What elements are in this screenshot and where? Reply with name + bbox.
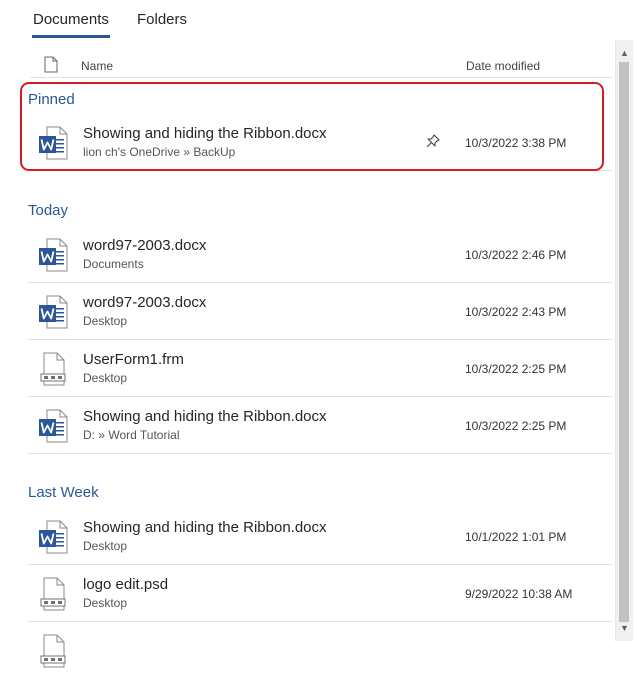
word-doc-icon bbox=[38, 520, 68, 554]
file-name: Showing and hiding the Ribbon.docx bbox=[83, 519, 327, 536]
generic-file-icon bbox=[38, 352, 68, 386]
list-item[interactable] bbox=[28, 623, 612, 679]
list-item[interactable]: UserForm1.frm Desktop 10/3/2022 2:25 PM bbox=[28, 341, 612, 397]
list-item[interactable]: logo edit.psd Desktop 9/29/2022 10:38 AM bbox=[28, 566, 612, 622]
column-header: Name Date modified bbox=[0, 52, 612, 78]
file-name: word97-2003.docx bbox=[83, 294, 207, 311]
date-modified-column-header[interactable]: Date modified bbox=[466, 59, 540, 73]
header-divider bbox=[30, 77, 612, 78]
list-item[interactable]: Showing and hiding the Ribbon.docx D: » … bbox=[28, 398, 612, 454]
file-name: Showing and hiding the Ribbon.docx bbox=[83, 408, 327, 425]
file-location: Documents bbox=[83, 257, 144, 271]
tab-documents[interactable]: Documents bbox=[33, 11, 109, 28]
file-date: 10/3/2022 2:43 PM bbox=[465, 305, 567, 319]
word-doc-icon bbox=[38, 295, 68, 329]
row-divider bbox=[28, 453, 612, 454]
word-doc-icon bbox=[38, 409, 68, 443]
tab-folders[interactable]: Folders bbox=[137, 11, 187, 28]
row-divider bbox=[28, 396, 612, 397]
list-item[interactable]: word97-2003.docx Desktop 10/3/2022 2:43 … bbox=[28, 284, 612, 340]
section-title-today: Today bbox=[28, 202, 69, 219]
generic-file-icon bbox=[38, 577, 68, 611]
scroll-thumb[interactable] bbox=[619, 62, 629, 622]
row-divider bbox=[28, 339, 612, 340]
scroll-down-arrow-icon[interactable]: ▼ bbox=[620, 623, 629, 633]
file-name: UserForm1.frm bbox=[83, 351, 184, 368]
word-doc-icon bbox=[38, 238, 68, 272]
highlight-annotation bbox=[20, 82, 604, 171]
file-location: Desktop bbox=[83, 596, 128, 610]
row-divider bbox=[28, 282, 612, 283]
file-location: Desktop bbox=[83, 539, 128, 553]
file-date: 10/3/2022 2:25 PM bbox=[465, 419, 567, 433]
file-location: Desktop bbox=[83, 314, 128, 328]
file-location: D: » Word Tutorial bbox=[83, 428, 180, 442]
list-item[interactable]: word97-2003.docx Documents 10/3/2022 2:4… bbox=[28, 227, 612, 283]
file-name: word97-2003.docx bbox=[83, 237, 207, 254]
tab-bar: Documents Folders bbox=[0, 0, 635, 40]
generic-file-icon bbox=[38, 634, 68, 668]
row-divider bbox=[28, 621, 612, 622]
file-date: 9/29/2022 10:38 AM bbox=[465, 587, 573, 601]
active-tab-indicator bbox=[32, 35, 110, 38]
list-item[interactable]: Showing and hiding the Ribbon.docx Deskt… bbox=[28, 509, 612, 565]
file-date: 10/3/2022 2:46 PM bbox=[465, 248, 567, 262]
name-column-header[interactable]: Name bbox=[81, 59, 113, 73]
file-name: logo edit.psd bbox=[83, 576, 169, 593]
vertical-scrollbar[interactable]: ▲ ▼ bbox=[615, 40, 633, 641]
file-location: Desktop bbox=[83, 371, 128, 385]
row-divider bbox=[28, 564, 612, 565]
file-date: 10/1/2022 1:01 PM bbox=[465, 530, 567, 544]
file-date: 10/3/2022 2:25 PM bbox=[465, 362, 567, 376]
file-type-column-icon[interactable] bbox=[44, 56, 58, 78]
section-title-last-week: Last Week bbox=[28, 484, 99, 501]
scroll-up-arrow-icon[interactable]: ▲ bbox=[620, 48, 629, 58]
